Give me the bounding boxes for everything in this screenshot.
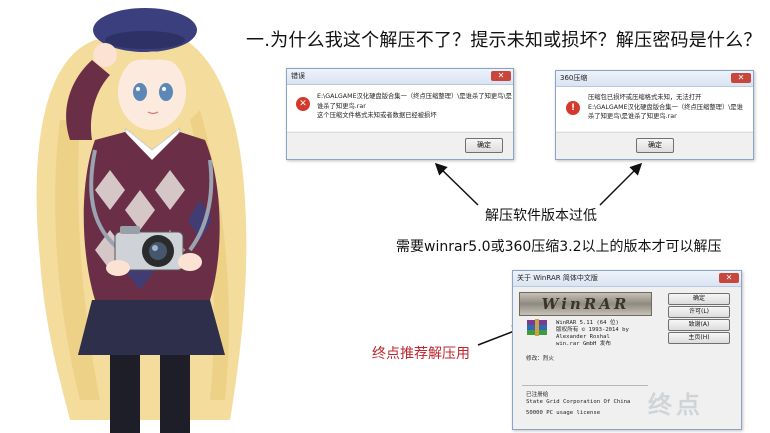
acknowledgments-button[interactable]: 致谢(A) [668,319,730,331]
arrow-to-error-dialog [434,162,479,206]
winrar-logo: WinRAR [519,292,652,316]
about-divider [522,385,648,386]
dialog-title: 关于 WinRAR 简体中文版 [517,274,598,282]
old-version-label: 解压软件版本过低 [485,208,597,224]
registered-to: State Grid Corporation Of China [526,399,631,405]
ok-button[interactable]: 确定 [668,293,730,305]
recommend-label: 终点推荐解压用 [372,346,470,362]
dialog-titlebar: 关于 WinRAR 简体中文版 ✕ [513,271,741,287]
close-icon[interactable]: ✕ [719,273,739,283]
license-button[interactable]: 许可(L) [668,306,730,318]
arrow-to-360-dialog [599,162,643,206]
license-line: 50000 PC usage license [526,410,601,416]
publisher-line: win.rar GmbH 发布 [556,341,611,347]
translator-line: 修改：烈火 [526,356,554,362]
homepage-button[interactable]: 主页(H) [668,332,730,344]
version-line: WinRAR 5.11 (64 位) [556,320,619,326]
need-version-label: 需要winrar5.0或360压缩3.2以上的版本才可以解压 [396,239,722,255]
author-line: Alexander Roshal [556,334,610,340]
registered-label: 已注册给 [526,392,549,398]
copyright-line: 版权所有 © 1993-2014 by [556,327,629,333]
watermark: 终点 [648,390,704,419]
winrar-archive-icon [527,319,547,336]
